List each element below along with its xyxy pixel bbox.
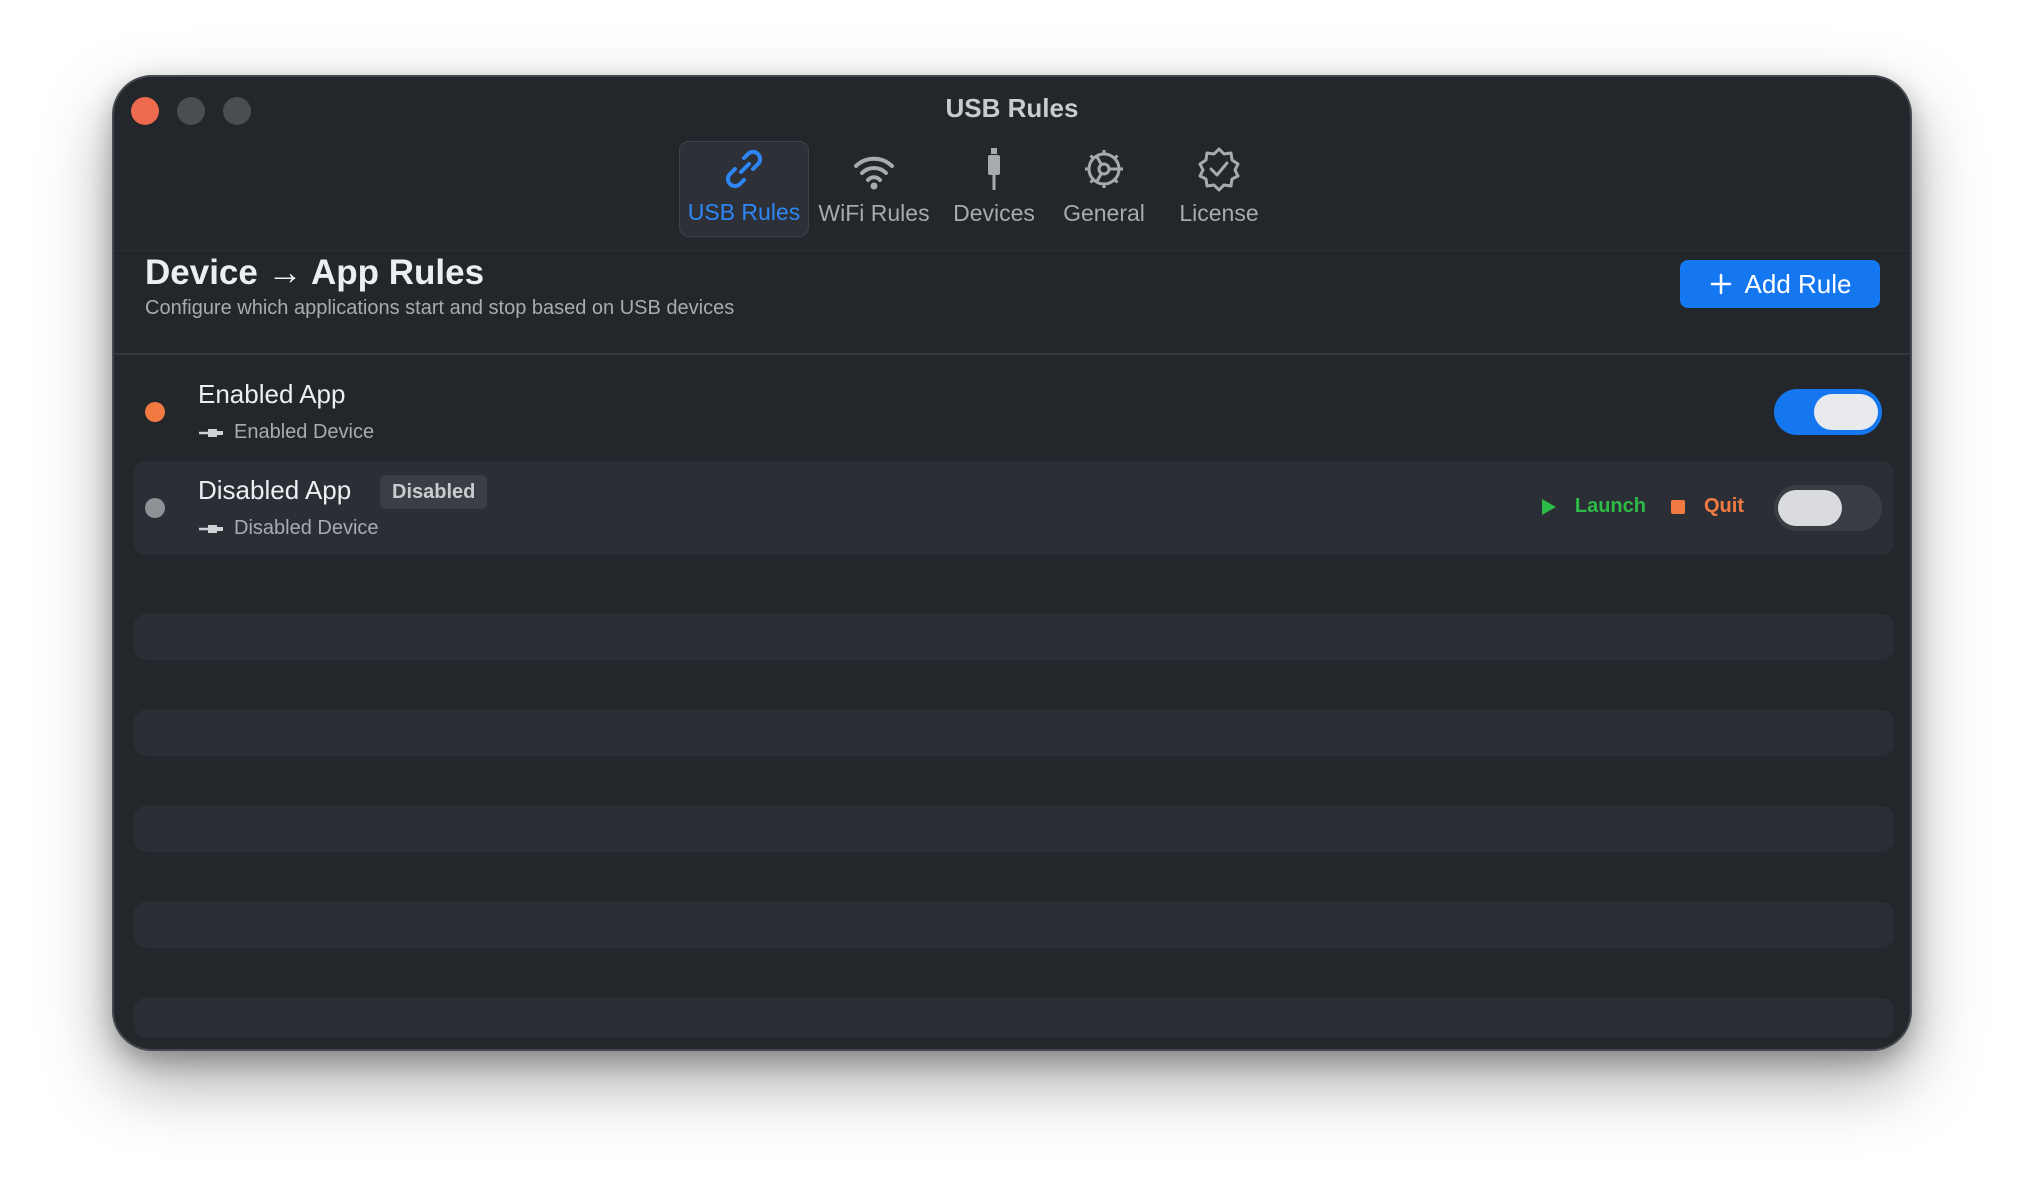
rule-device: Disabled Device — [198, 517, 379, 540]
add-rule-label: Add Rule — [1744, 268, 1852, 299]
empty-list-row — [134, 998, 1894, 1038]
rule-actions: Launch Quit — [1541, 495, 1744, 518]
tab-label: WiFi Rules — [818, 200, 930, 226]
wifi-icon — [854, 156, 894, 190]
header-divider — [114, 353, 1910, 355]
status-dot — [145, 498, 165, 518]
tab-label: License — [1179, 200, 1259, 226]
gear-icon — [1085, 150, 1123, 188]
link-icon — [725, 149, 763, 189]
launch-label: Launch — [1574, 495, 1646, 517]
usb-plug-icon — [199, 524, 223, 533]
plus-icon — [1710, 273, 1731, 295]
rule-row-disabled[interactable]: Disabled App Disabled Disabled Device La… — [134, 461, 1894, 555]
empty-list-row — [134, 710, 1894, 756]
app-window: USB Rules USB Rules WiFi Rules Devices G… — [112, 75, 1912, 1051]
tab-devices[interactable]: Devices — [944, 141, 1044, 237]
tab-label: Devices — [953, 200, 1035, 226]
page-title: Device → App Rules — [145, 253, 485, 292]
tab-license[interactable]: License — [1164, 141, 1274, 237]
rule-enabled-toggle[interactable] — [1774, 389, 1882, 435]
status-badge: Disabled — [380, 475, 488, 509]
rule-row-enabled[interactable]: Enabled App Enabled Device — [134, 365, 1894, 459]
usb-plug-icon — [199, 428, 223, 437]
toggle-knob — [1814, 394, 1878, 430]
toolbar-divider — [114, 250, 1910, 251]
page-subtitle: Configure which applications start and s… — [145, 297, 735, 319]
quit-label: Quit — [1704, 495, 1744, 517]
stop-icon — [1671, 499, 1685, 514]
tab-label: General — [1063, 200, 1145, 226]
empty-list-row — [134, 902, 1894, 948]
rule-enabled-toggle[interactable] — [1774, 485, 1882, 531]
quit-action[interactable]: Quit — [1670, 495, 1744, 518]
rule-device-name: Enabled Device — [234, 421, 375, 443]
tab-label: USB Rules — [687, 199, 801, 225]
rule-device: Enabled Device — [198, 421, 374, 444]
tab-general[interactable]: General — [1054, 141, 1154, 237]
rule-app-name: Enabled App — [198, 379, 346, 409]
rule-device-name: Disabled Device — [234, 517, 379, 539]
window-title: USB Rules — [945, 93, 1079, 123]
launch-action[interactable]: Launch — [1541, 495, 1646, 518]
toggle-knob — [1778, 490, 1842, 526]
empty-list-row — [134, 614, 1894, 660]
play-icon — [1541, 498, 1556, 515]
empty-list-row — [134, 806, 1894, 852]
tab-wifi-rules[interactable]: WiFi Rules — [814, 141, 934, 237]
checkmark-seal-icon — [1198, 147, 1240, 192]
usb-connector-icon — [988, 148, 1000, 190]
tab-usb-rules[interactable]: USB Rules — [679, 141, 809, 237]
status-dot — [145, 402, 165, 422]
rule-app-name: Disabled App — [198, 475, 352, 505]
add-rule-button[interactable]: Add Rule — [1680, 260, 1880, 308]
